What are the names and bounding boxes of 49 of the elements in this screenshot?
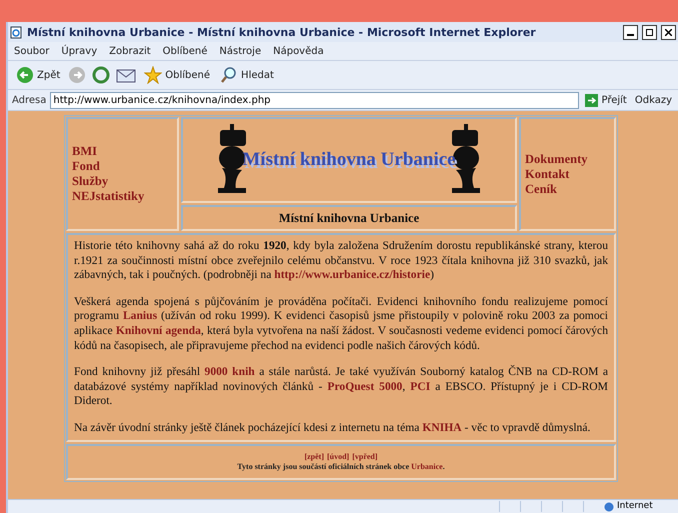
star-icon [144,66,162,84]
mail-icon[interactable] [116,67,136,83]
paragraph: Historie této knihovny sahá až do roku 1920, kdy byla založena Sdružením dorostu republikánské strany, kterou r.1921 za součinnosti místní obce zveřejnilo celému občanstvu. V roce 1923 čítala knihovna již 310 svazků, jak zábavných, tak i poučných. (podrobněji na http://www.urbanice.cz/historie) [74,239,608,283]
nav-link[interactable]: Kontakt [525,166,610,182]
favorites-button[interactable]: Oblíbené [142,66,212,84]
zone-label: Internet [604,501,674,512]
paragraph: Fond knihovny již přesáhl 9000 knih a stále narůstá. Je také využíván Souborný katalog ČNB na CD-ROM a databázové systémy například novinových článků - ProQuest 5000, PCI a EBSCO. Přístupný je i CD-ROM Diderot. [74,365,608,409]
paragraph: Na závěr úvodní stránky ještě článek pocházející kdesi z internetu na téma KNIHA - věc to vpravdě důmyslná. [74,420,592,436]
nav-link[interactable]: NEJstatistiky [72,189,173,204]
menu-item[interactable]: Soubor [14,46,50,56]
nav-link[interactable]: Služby [72,174,173,189]
footer-link[interactable]: [vpřed] [352,452,378,462]
close-icon [665,28,672,36]
nav-link[interactable]: BMI [72,144,173,159]
links-button[interactable]: Odkazy [632,94,674,106]
page-icon [10,26,23,38]
search-button[interactable]: Hledat [218,66,276,84]
back-button[interactable]: Zpět [14,66,62,84]
text-link[interactable]: PCI [410,380,430,393]
maximize-icon [646,28,653,36]
search-icon [220,66,238,84]
minimize-button[interactable] [623,24,638,40]
window-title: Místní knihovna Urbanice - Místní knihovna Urbanice - Microsoft Internet Explorer [27,26,537,38]
text-link[interactable]: Urbanice [411,462,443,472]
address-label: Adresa [12,94,46,106]
nav-link[interactable]: Dokumenty [525,152,610,166]
menu-item[interactable]: Nápověda [273,46,324,56]
menu-item[interactable]: Úpravy [61,46,98,56]
menu-item[interactable]: Nástroje [219,46,262,56]
text-link[interactable]: http://www.urbanice.cz/historie [274,268,430,282]
go-arrow-icon [585,94,598,106]
text-link[interactable]: ProQuest 5000 [327,380,402,393]
nav-link[interactable]: Fond [72,159,173,174]
go-button[interactable]: Přejít [583,94,629,106]
menu-item[interactable]: Zobrazit [109,46,151,56]
text-link[interactable]: 9000 knih [204,365,255,378]
nav-link[interactable]: Ceník [525,182,610,196]
text-link[interactable]: Lanius [122,309,158,322]
page-heading: Místní knihovna Urbanice [181,205,517,231]
close-button[interactable] [661,24,676,40]
menu-item[interactable]: Oblíbené [162,46,208,56]
address-field[interactable]: http://www.urbanice.cz/knihovna/index.php [50,92,580,108]
text-link[interactable]: Knihovní agenda [116,324,201,337]
paragraph: Veškerá agenda spojená s půjčováním je prováděna počítači. Evidenci knihovního fondu realizujeme pomocí programu Lanius (užíván od roku 1999). K evidenci časopisů jsme přistoupily v polovině roku 2003 za pomoci aplikace Knihovní agenda, která byla vytvořena na naší žádost. V současnosti vedeme evidenci pomocí čárových kódů na časopisech, ale připravujeme přechod na evidenci podle našich čárových kódů. [74,294,608,354]
maximize-button[interactable] [642,24,657,40]
text-link[interactable]: KNIHA [422,420,462,434]
footer-note: Tyto stránky jsou součástí oficiálních stránek obce Urbanice. [237,462,445,472]
footer-link[interactable]: [úvod] [326,452,350,462]
footer-link[interactable]: [zpět] [304,452,324,462]
